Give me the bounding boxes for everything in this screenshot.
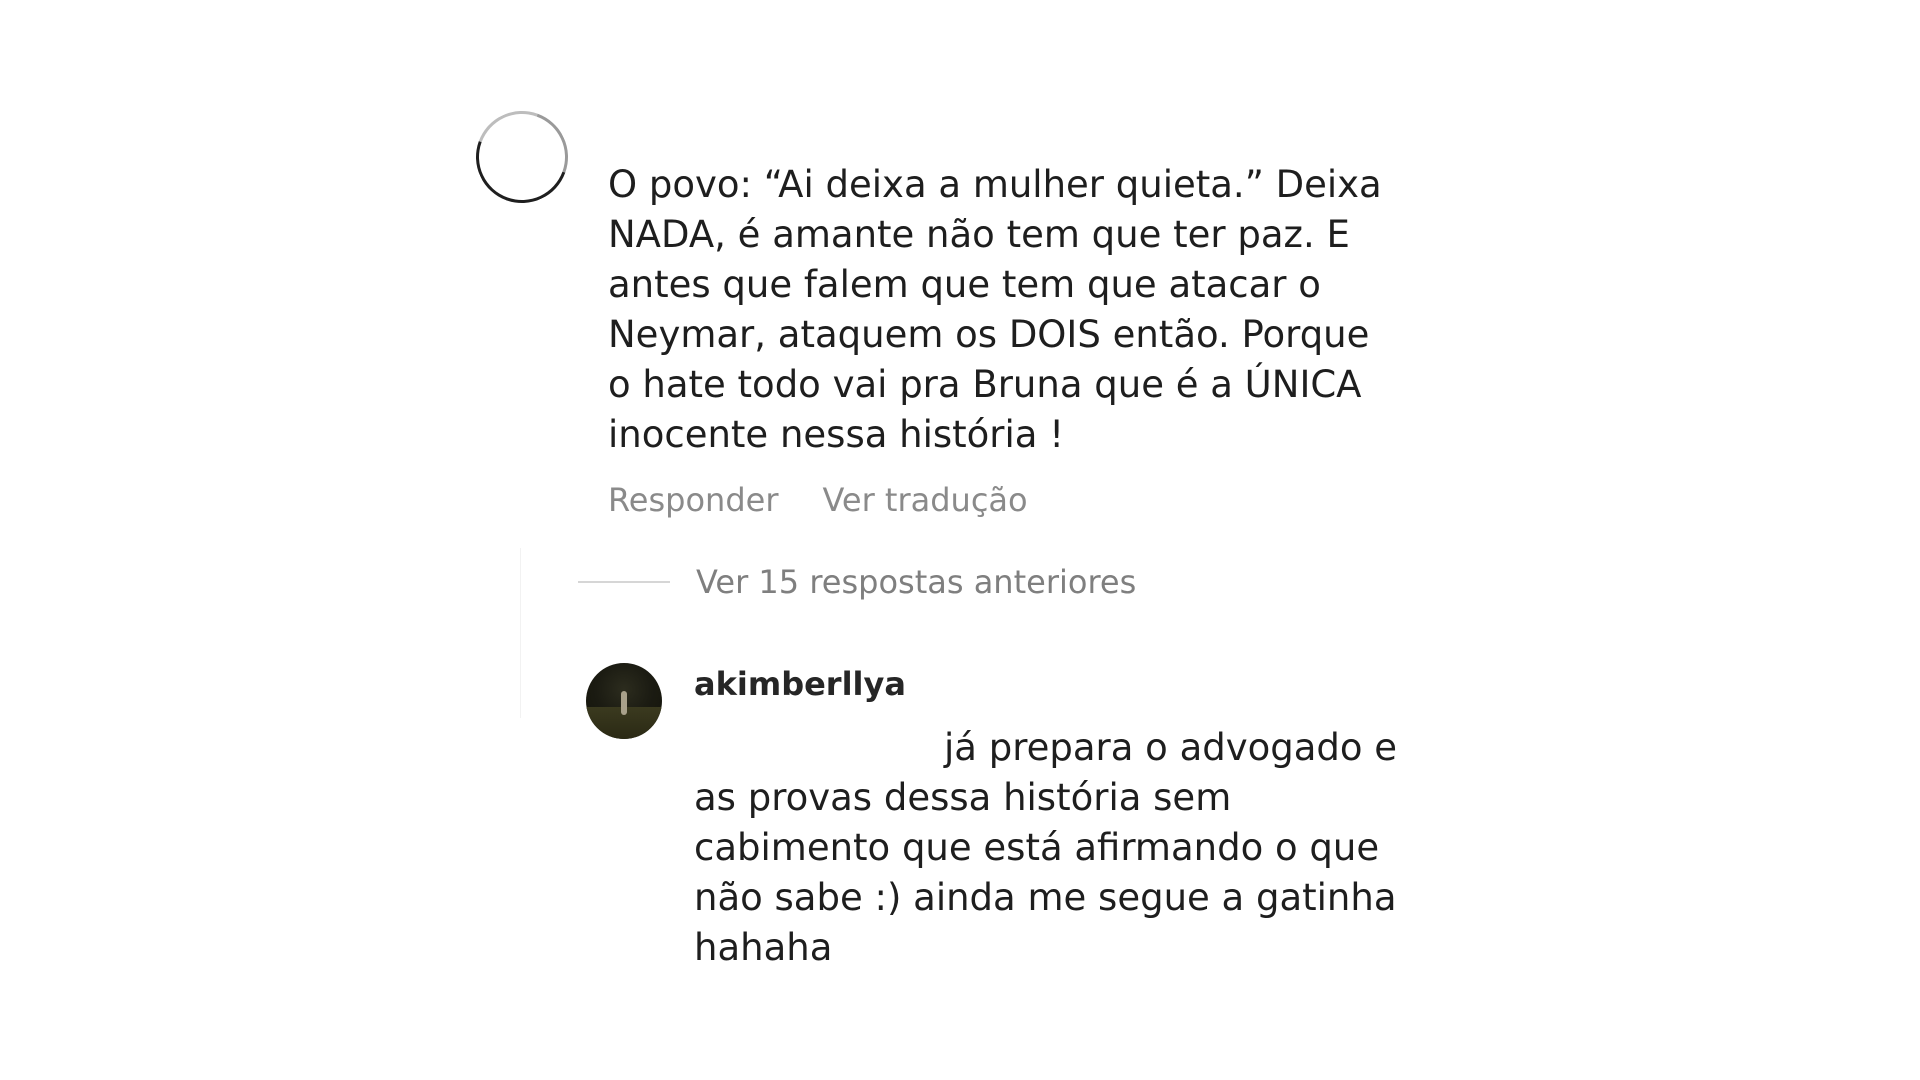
thread-divider <box>520 548 521 718</box>
reply-text-body: já prepara o advogado e as provas dessa … <box>694 726 1398 969</box>
comment-actions: Responder Ver tradução <box>608 478 1028 522</box>
reply-text: já prepara o advogado e as provas dessa … <box>694 723 1454 973</box>
reply-username[interactable]: akimberllya <box>694 662 906 706</box>
replies-dash <box>578 581 670 583</box>
comments-view: O povo: “Ai deixa a mulher quieta.” Deix… <box>0 0 1920 1080</box>
reply-button[interactable]: Responder <box>608 478 778 522</box>
view-previous-replies-button[interactable]: Ver 15 respostas anteriores <box>578 560 1136 604</box>
commenter-avatar[interactable] <box>460 95 584 219</box>
see-translation-button[interactable]: Ver tradução <box>822 478 1027 522</box>
comment-text: O povo: “Ai deixa a mulher quieta.” Deix… <box>608 163 1382 456</box>
avatar-photo-figure <box>621 691 627 715</box>
reply-avatar[interactable] <box>586 663 662 739</box>
view-replies-label: Ver 15 respostas anteriores <box>696 563 1137 601</box>
